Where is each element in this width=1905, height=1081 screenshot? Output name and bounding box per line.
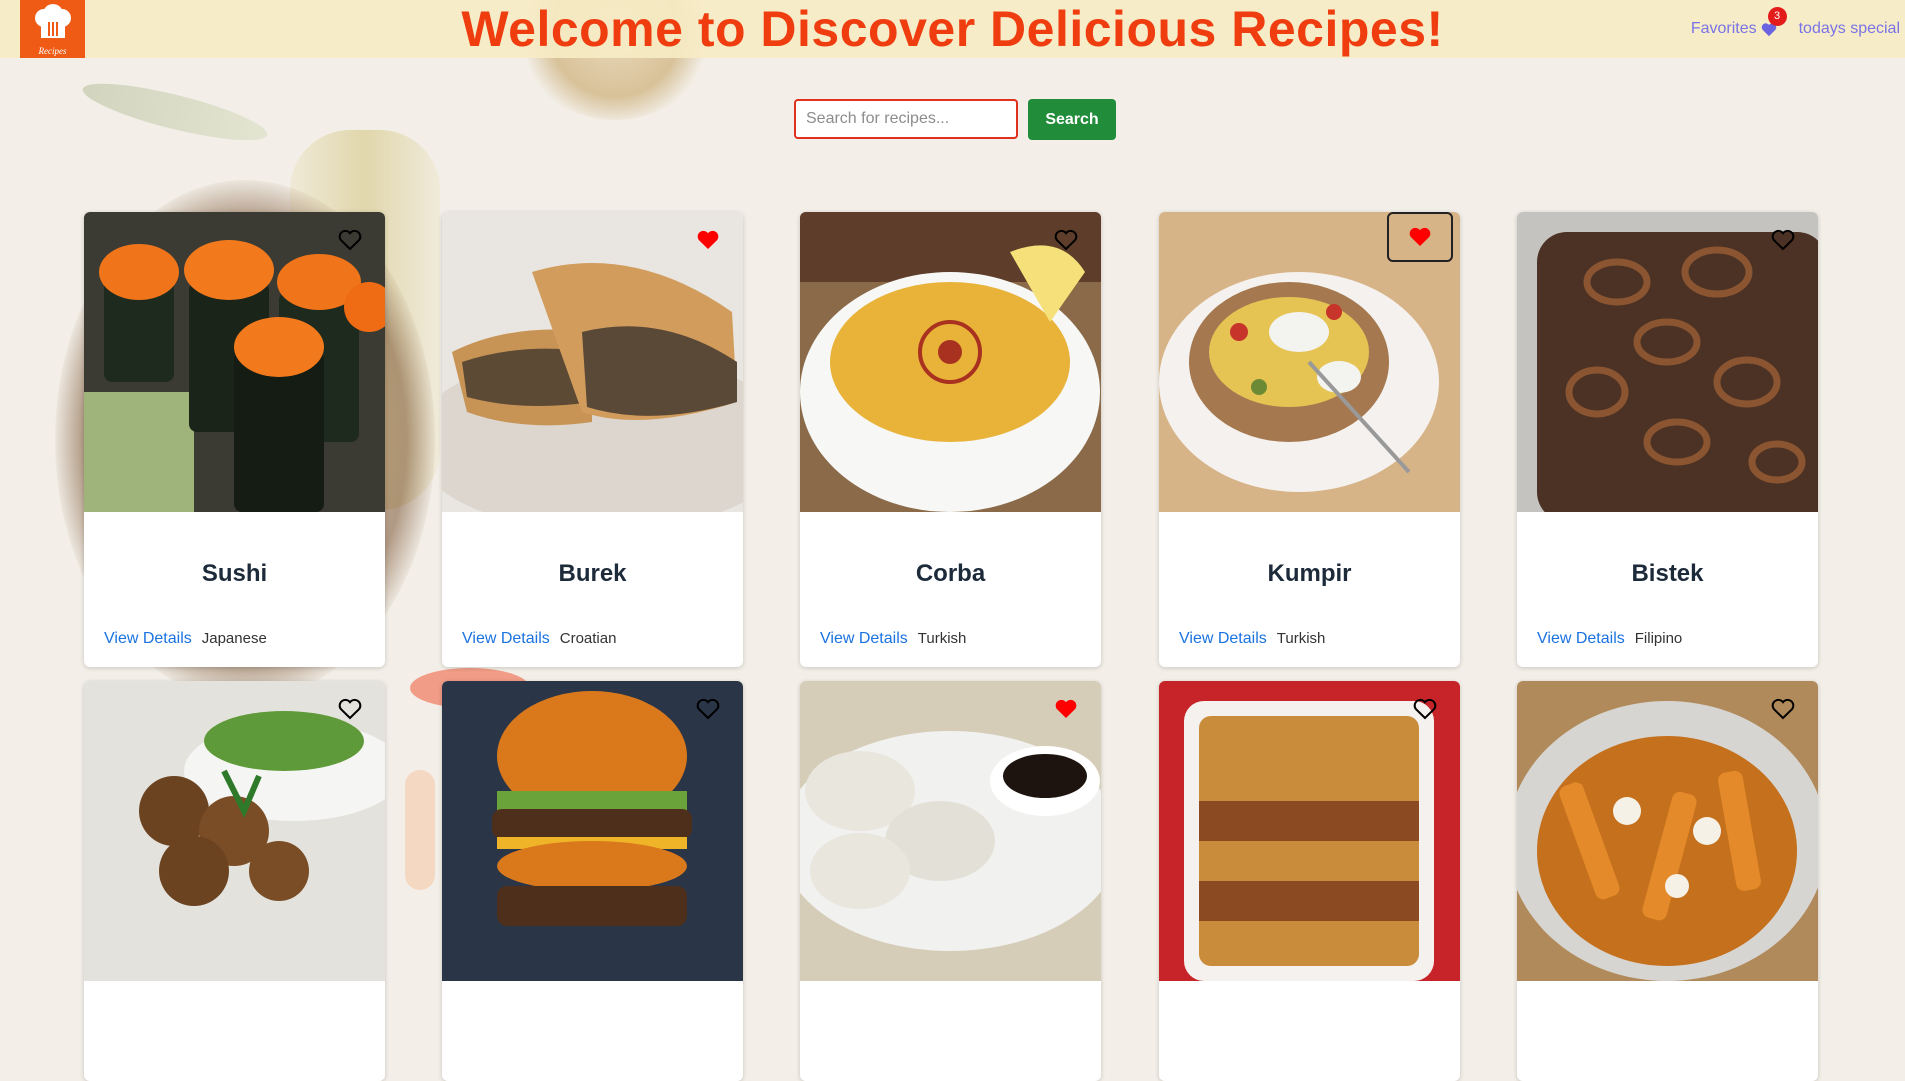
recipe-card: Kumpir View Details Turkish	[1159, 212, 1460, 667]
view-details-link[interactable]: View Details	[1537, 630, 1625, 648]
favorite-toggle[interactable]	[333, 223, 367, 257]
view-details-link[interactable]: View Details	[462, 630, 550, 648]
recipe-cuisine: Croatian	[559, 630, 617, 647]
recipe-photo-corba	[800, 212, 1101, 512]
page-title: Welcome to Discover Delicious Recipes!	[461, 1, 1444, 57]
search-bar: Search	[794, 99, 1116, 140]
recipe-cuisine: Filipino	[1634, 630, 1683, 647]
top-bar: Recipes Welcome to Discover Delicious Re…	[0, 0, 1905, 58]
recipe-name: Kumpir	[1267, 560, 1352, 587]
recipe-name: Bistek	[1631, 560, 1704, 587]
recipe-card: Bistek View Details Filipino	[1517, 212, 1818, 667]
recipe-card: Corba View Details Turkish	[800, 212, 1101, 667]
recipe-photo	[442, 681, 743, 981]
recipe-photo-bistek	[1517, 212, 1818, 512]
recipe-card	[800, 681, 1101, 1081]
view-details-link[interactable]: View Details	[1179, 630, 1267, 648]
search-input[interactable]	[794, 99, 1018, 139]
favorite-toggle[interactable]	[1049, 223, 1083, 257]
search-button[interactable]: Search	[1028, 99, 1116, 140]
heart-outline-icon	[338, 698, 362, 720]
heart-filled-icon	[1409, 227, 1431, 246]
recipe-card	[1159, 681, 1460, 1081]
recipe-photo	[1159, 681, 1460, 981]
recipe-cuisine: Turkish	[917, 630, 967, 647]
heart-filled-icon	[1055, 699, 1077, 718]
recipe-name: Corba	[915, 560, 986, 587]
background-leaf	[78, 72, 272, 152]
top-nav: Favorites 3 todays special	[1691, 0, 1905, 58]
recipe-card: Burek View Details Croatian	[442, 212, 743, 667]
recipe-name: Sushi	[201, 560, 268, 587]
favorite-toggle[interactable]	[1766, 223, 1800, 257]
todays-special-link[interactable]: todays special	[1799, 20, 1900, 38]
favorites-link[interactable]: Favorites 3	[1690, 7, 1787, 38]
recipe-photo	[84, 681, 385, 981]
recipe-photo	[800, 681, 1101, 981]
heart-outline-icon	[696, 698, 720, 720]
recipe-name: Burek	[558, 560, 627, 587]
favorite-toggle[interactable]	[1049, 692, 1083, 726]
favorite-toggle[interactable]	[1408, 692, 1442, 726]
recipe-cuisine: Japanese	[201, 630, 267, 647]
heart-outline-icon	[338, 229, 362, 251]
recipe-card	[442, 681, 743, 1081]
recipe-card	[84, 681, 385, 1081]
favorite-toggle[interactable]	[1387, 212, 1453, 262]
recipe-card	[1517, 681, 1818, 1081]
heart-outline-icon	[1771, 229, 1795, 251]
heart-outline-icon	[1771, 698, 1795, 720]
heart-outline-icon	[1413, 698, 1437, 720]
favorites-count-badge: 3	[1767, 7, 1787, 26]
recipe-card: Sushi View Details Japanese	[84, 212, 385, 667]
heart-filled-icon	[697, 230, 719, 249]
recipe-photo-burek	[442, 212, 743, 512]
heart-outline-icon	[1054, 229, 1078, 251]
favorite-toggle[interactable]	[691, 223, 725, 257]
view-details-link[interactable]: View Details	[104, 630, 192, 648]
favorite-toggle[interactable]	[333, 692, 367, 726]
favorite-toggle[interactable]	[1766, 692, 1800, 726]
favorites-label: Favorites	[1690, 20, 1757, 37]
view-details-link[interactable]: View Details	[820, 630, 908, 648]
recipe-photo-sushi	[84, 212, 385, 512]
recipe-photo	[1517, 681, 1818, 981]
favorite-toggle[interactable]	[691, 692, 725, 726]
background-decoration	[405, 770, 435, 890]
recipe-cuisine: Turkish	[1276, 630, 1326, 647]
